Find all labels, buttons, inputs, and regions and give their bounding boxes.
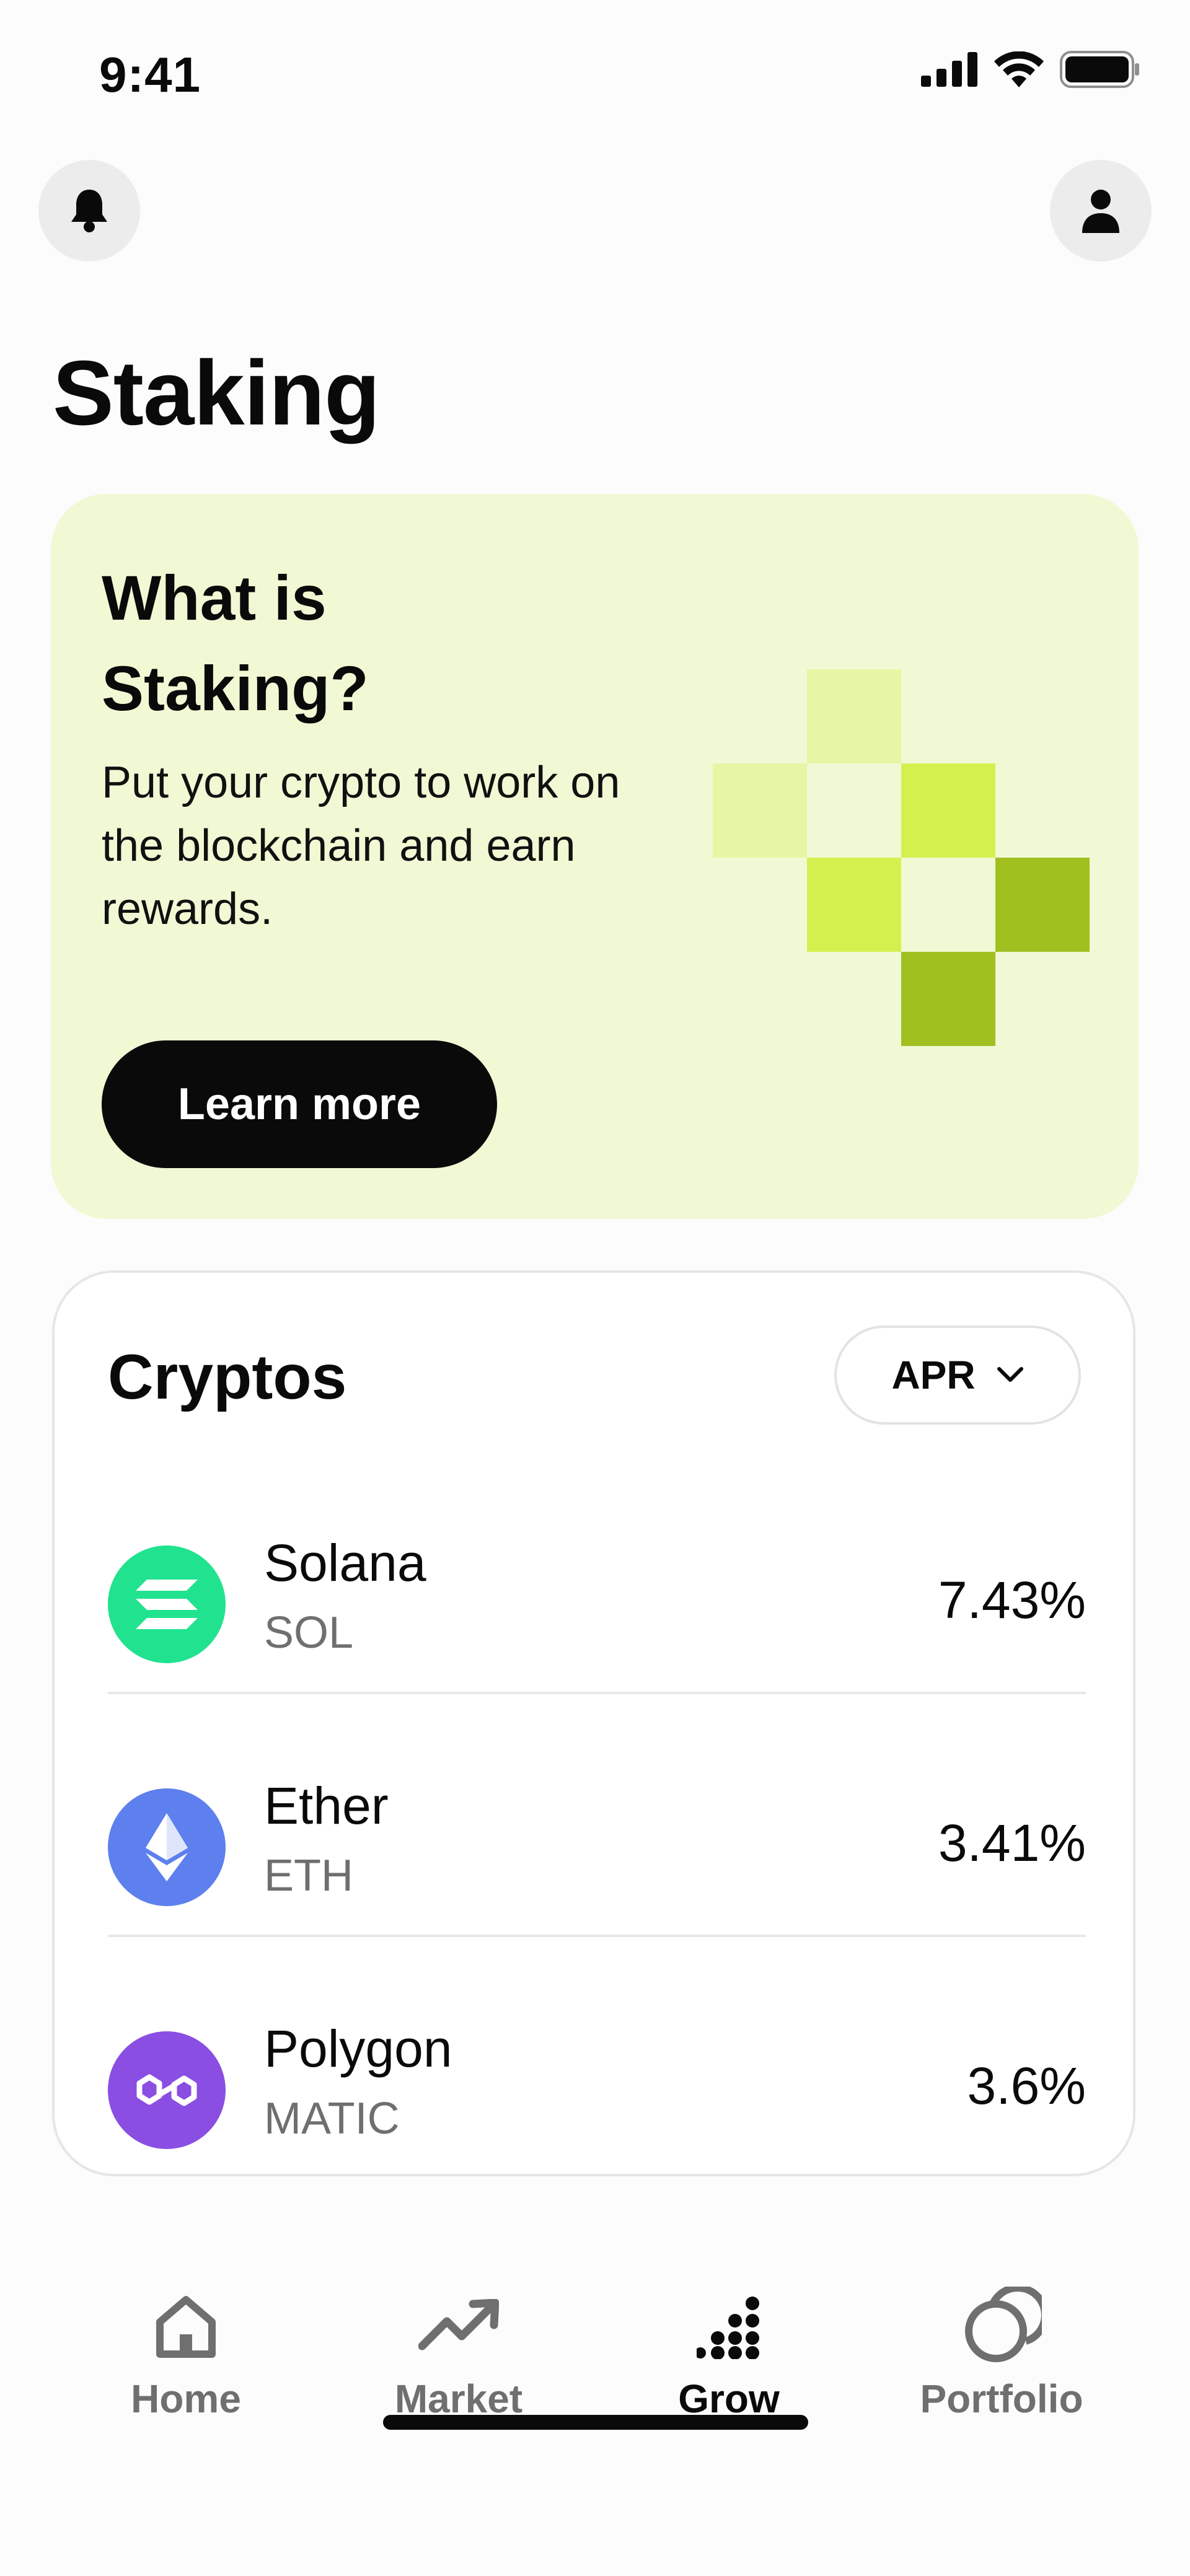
crypto-symbol: SOL bbox=[264, 1608, 354, 1658]
crypto-apr: 7.43% bbox=[938, 1571, 1086, 1629]
row-divider bbox=[108, 1692, 1086, 1694]
nav-item-home[interactable]: Home bbox=[68, 2287, 304, 2422]
wifi-icon bbox=[994, 51, 1044, 87]
ethereum-icon bbox=[108, 1788, 226, 1906]
cryptos-title: Cryptos bbox=[108, 1342, 347, 1412]
home-indicator bbox=[383, 2415, 808, 2430]
user-icon bbox=[1082, 190, 1119, 233]
crypto-symbol: ETH bbox=[264, 1851, 353, 1901]
crypto-row-ether[interactable]: Ether ETH 3.41% bbox=[108, 1726, 1086, 1969]
cellular-signal-icon bbox=[921, 52, 977, 87]
nav-label: Home bbox=[131, 2376, 241, 2421]
crypto-name: Polygon bbox=[264, 2020, 452, 2078]
trend-up-icon bbox=[418, 2299, 499, 2350]
learn-more-button[interactable]: Learn more bbox=[102, 1040, 497, 1168]
sort-dropdown[interactable]: APR bbox=[834, 1325, 1081, 1425]
hero-description: Put your crypto to work on the blockchai… bbox=[102, 758, 620, 934]
sort-selected-label: APR bbox=[891, 1353, 976, 1397]
chevron-down-icon bbox=[997, 1367, 1023, 1382]
battery-icon bbox=[1060, 51, 1139, 88]
nav-item-grow[interactable]: Grow bbox=[611, 2287, 847, 2422]
profile-button[interactable] bbox=[1050, 160, 1152, 262]
status-icons bbox=[921, 51, 1140, 88]
nav-label: Portfolio bbox=[920, 2376, 1083, 2421]
bell-icon bbox=[71, 190, 107, 232]
notifications-button[interactable] bbox=[38, 160, 140, 262]
crypto-name: Ether bbox=[264, 1777, 389, 1835]
cryptos-card: Cryptos APR Solana SOL 7.43% Ether ETH 3… bbox=[52, 1270, 1135, 2176]
dots-grow-icon bbox=[697, 2297, 759, 2359]
hero-title: What is Staking? bbox=[102, 563, 369, 724]
crypto-row-polygon[interactable]: Polygon MATIC 3.6% bbox=[108, 1969, 1086, 2212]
nav-item-market[interactable]: Market bbox=[341, 2287, 576, 2422]
crypto-apr: 3.41% bbox=[938, 1814, 1086, 1872]
home-icon bbox=[156, 2296, 216, 2358]
solana-icon bbox=[108, 1545, 226, 1663]
page-title: Staking bbox=[53, 342, 381, 444]
crypto-symbol: MATIC bbox=[264, 2094, 400, 2143]
crypto-apr: 3.6% bbox=[967, 2057, 1086, 2115]
status-time: 9:41 bbox=[99, 47, 201, 102]
staking-info-card: What is Staking? Put your crypto to work… bbox=[51, 494, 1139, 1219]
nav-item-portfolio[interactable]: Portfolio bbox=[884, 2287, 1119, 2422]
polygon-icon bbox=[108, 2031, 226, 2149]
row-divider bbox=[108, 1935, 1086, 1937]
crypto-row-solana[interactable]: Solana SOL 7.43% bbox=[108, 1484, 1086, 1726]
portfolio-circles-icon bbox=[965, 2287, 1042, 2362]
crypto-name: Solana bbox=[264, 1534, 426, 1592]
